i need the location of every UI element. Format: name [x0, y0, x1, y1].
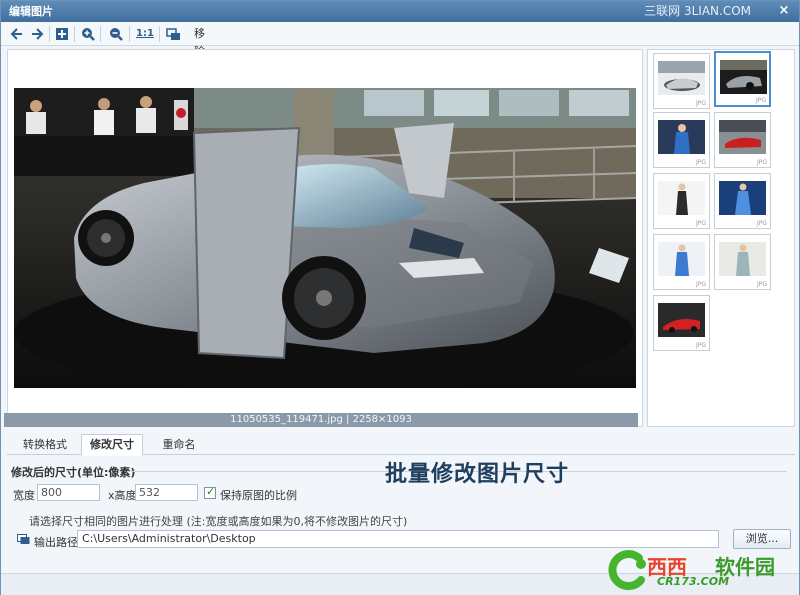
- move-icon[interactable]: [166, 25, 182, 43]
- banner-title: 批量修改图片尺寸: [385, 461, 570, 487]
- car-photo: [14, 88, 636, 388]
- thumbnail-item[interactable]: JPG: [653, 234, 710, 290]
- toolbar: 1:1 移除: [1, 22, 799, 58]
- thumbnail-item[interactable]: JPG: [653, 53, 710, 109]
- keep-ratio-label: 保持原图的比例: [220, 489, 297, 502]
- note-text: 请选择尺寸相同的图片进行处理 (注:宽度或高度如果为0,将不修改图片的尺寸): [29, 515, 408, 528]
- tab-bar: 转换格式 修改尺寸 重命名: [7, 433, 795, 456]
- browse-button[interactable]: 浏览...: [733, 529, 791, 549]
- keep-ratio-checkbox[interactable]: [204, 485, 216, 499]
- toolbar-divider: [49, 26, 50, 42]
- add-image-icon[interactable]: [54, 25, 70, 43]
- thumbnail-item[interactable]: JPG: [714, 234, 771, 290]
- thumbnail-item[interactable]: JPG: [714, 112, 771, 168]
- title-bar: 编辑图片 三联网 3LIAN.COM ×: [1, 1, 799, 22]
- zoom-in-icon[interactable]: [80, 25, 96, 43]
- output-path-input[interactable]: C:\Users\Administrator\Desktop: [77, 530, 719, 548]
- section-title: 修改后的尺寸(单位:像素): [11, 466, 136, 479]
- thumbnail-item-selected[interactable]: JPG: [714, 51, 771, 107]
- toolbar-divider: [159, 26, 160, 42]
- toolbar-divider: [129, 26, 130, 42]
- logo-subtext: CR173.COM: [657, 575, 730, 588]
- thumbnail-panel: JPG JPG JPG JPG JPG JPG JPG JPG JPG: [647, 49, 795, 427]
- output-path-label: 输出路径: [34, 536, 78, 549]
- close-button[interactable]: ×: [775, 3, 793, 19]
- tab-resize[interactable]: 修改尺寸: [81, 434, 143, 456]
- logo-c-mark-icon: [608, 550, 646, 591]
- move-button-label[interactable]: 移除: [183, 25, 205, 58]
- back-arrow-icon[interactable]: [9, 25, 25, 43]
- thumbnail-item[interactable]: JPG: [714, 173, 771, 229]
- forward-arrow-icon[interactable]: [29, 25, 45, 43]
- thumbnail-item[interactable]: JPG: [653, 295, 710, 351]
- zoom-out-icon[interactable]: [108, 25, 124, 43]
- site-logo: 西西 软件园 CR173.COM: [605, 548, 797, 592]
- width-input[interactable]: 800: [37, 484, 100, 501]
- preview-panel: [7, 49, 643, 427]
- image-info-bar: 11050535_119471.jpg | 2258×1093: [4, 413, 638, 427]
- toolbar-divider: [100, 26, 101, 42]
- edit-image-window: 编辑图片 三联网 3LIAN.COM × 1:1 移除: [0, 0, 800, 595]
- window-title: 编辑图片: [9, 5, 53, 18]
- actual-size-button[interactable]: 1:1: [136, 25, 154, 43]
- resize-panel: 修改后的尺寸(单位:像素) 批量修改图片尺寸 宽度 800 x高度 532 保持…: [7, 456, 795, 556]
- tab-rename[interactable]: 重命名: [149, 435, 209, 455]
- height-input[interactable]: 532: [135, 484, 198, 501]
- width-label: 宽度: [13, 489, 35, 502]
- toolbar-divider: [74, 26, 75, 42]
- tab-convert-format[interactable]: 转换格式: [13, 435, 77, 455]
- height-label: x高度: [108, 489, 137, 502]
- watermark-text: 三联网 3LIAN.COM: [644, 4, 751, 18]
- thumbnail-item[interactable]: JPG: [653, 173, 710, 229]
- thumbnail-item[interactable]: JPG: [653, 112, 710, 168]
- folder-icon: [17, 533, 30, 548]
